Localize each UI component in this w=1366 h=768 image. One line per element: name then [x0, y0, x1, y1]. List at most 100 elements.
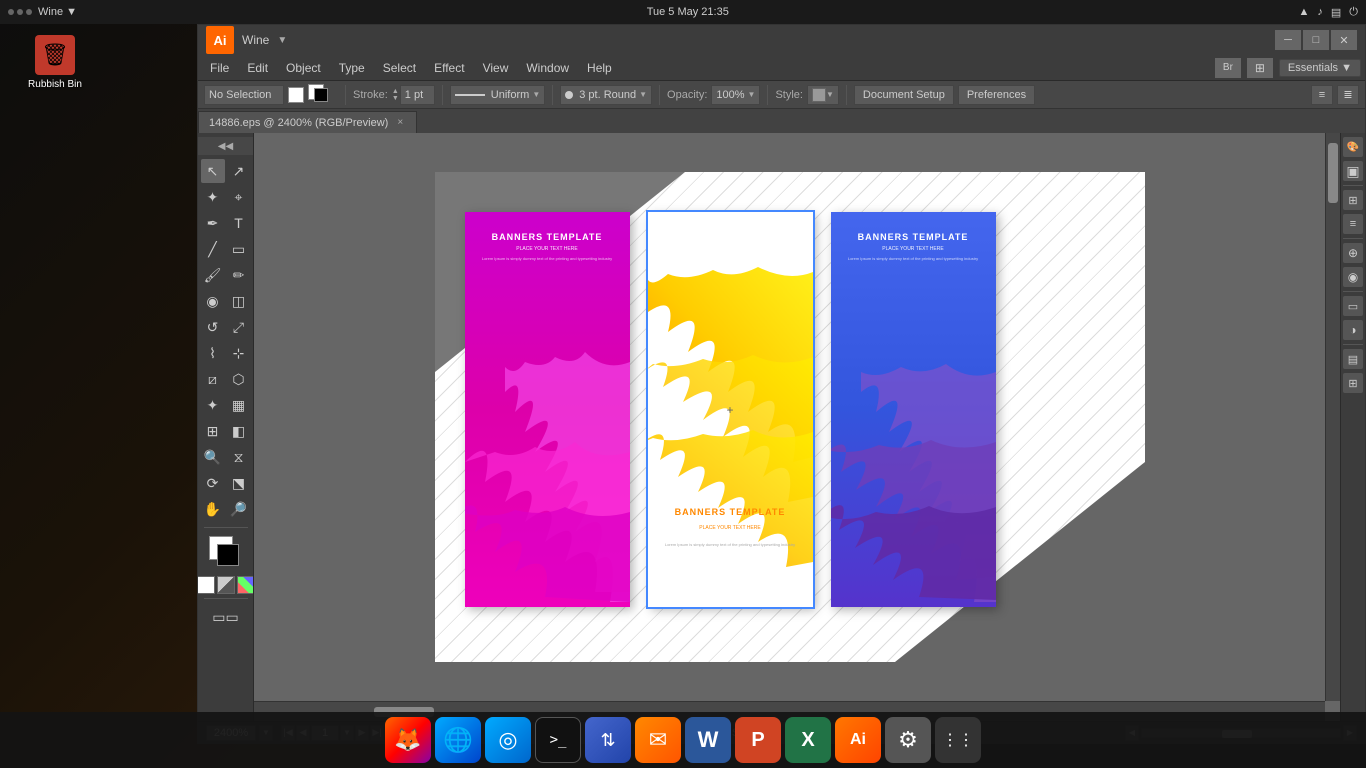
eraser-tool[interactable]: ◫: [227, 289, 251, 313]
tool-row-4: ╱ ▭: [198, 237, 253, 261]
magic-wand-tool[interactable]: ✦: [201, 185, 225, 209]
close-button[interactable]: ✕: [1331, 30, 1357, 50]
menu-effect[interactable]: Effect: [426, 58, 472, 78]
pencil-tool[interactable]: ✏: [227, 263, 251, 287]
selection-tool[interactable]: ↖: [201, 159, 225, 183]
taskbar-excel[interactable]: X: [785, 717, 831, 763]
panels-icon[interactable]: ≣: [1337, 85, 1359, 105]
stroke-panel-icon[interactable]: ▭: [1343, 296, 1363, 316]
vertical-scroll-thumb[interactable]: [1328, 143, 1338, 203]
menu-edit[interactable]: Edit: [239, 58, 276, 78]
right-panel-divider-4: [1343, 344, 1363, 345]
menu-select[interactable]: Select: [375, 58, 424, 78]
taskbar-powerpoint[interactable]: P: [735, 717, 781, 763]
banner3-brush-svg: [831, 212, 996, 607]
system-bar-right: ▲ ♪ ▤ ⏻: [1299, 6, 1359, 19]
symbol-sprayer-tool[interactable]: ✦: [201, 393, 225, 417]
taskbar-firefox[interactable]: 🦊: [385, 717, 431, 763]
selection-crosshair: +: [726, 403, 733, 417]
banner-card-2[interactable]: + BANNERS TEMPLATE PLACE YOUR TEXT HERE …: [648, 212, 813, 607]
perspective-grid-tool[interactable]: ⬡: [227, 367, 251, 391]
menu-file[interactable]: File: [202, 58, 237, 78]
toolbar-collapse-button[interactable]: ◀◀: [198, 137, 253, 155]
minimize-button[interactable]: ─: [1275, 30, 1301, 50]
rubbish-bin-icon[interactable]: 🗑 Rubbish Bin: [20, 35, 90, 90]
gradient-swatch[interactable]: [217, 576, 235, 594]
transform-panel-icon[interactable]: ⊞: [1343, 190, 1363, 210]
lasso-tool[interactable]: ⌖: [227, 185, 251, 209]
background-swatch[interactable]: [217, 544, 239, 566]
taskbar-settings[interactable]: ⚙: [885, 717, 931, 763]
shape-builder-tool[interactable]: ⧄: [201, 367, 225, 391]
maximize-button[interactable]: □: [1303, 30, 1329, 50]
type-tool[interactable]: T: [227, 211, 251, 235]
layers-panel-icon[interactable]: ▤: [1343, 349, 1363, 369]
eyedropper-tool[interactable]: 🔍: [201, 445, 225, 469]
style-box[interactable]: ▼: [807, 85, 839, 105]
pen-tool[interactable]: ✒: [201, 211, 225, 235]
opacity-dropdown[interactable]: 100% ▼: [711, 85, 760, 105]
direct-selection-tool[interactable]: ↗: [227, 159, 251, 183]
taskbar-mail[interactable]: ✉: [635, 717, 681, 763]
taskbar-nautilus[interactable]: ⇅: [585, 717, 631, 763]
taskbar-illustrator[interactable]: Ai: [835, 717, 881, 763]
live-paint-tool[interactable]: ⬔: [227, 471, 251, 495]
measure-tool[interactable]: ⧖: [227, 445, 251, 469]
canvas-area[interactable]: BANNERS TEMPLATE PLACE YOUR TEXT HERE Lo…: [254, 133, 1340, 721]
gradient-panel-icon[interactable]: ◑: [1343, 320, 1363, 340]
taskbar-terminal[interactable]: >_: [535, 717, 581, 763]
br-button[interactable]: Br: [1215, 58, 1241, 78]
scale-tool[interactable]: ⤢: [227, 315, 251, 339]
menu-type[interactable]: Type: [331, 58, 373, 78]
preferences-button[interactable]: Preferences: [958, 85, 1035, 105]
rect-tool[interactable]: ▭: [227, 237, 251, 261]
menu-object[interactable]: Object: [278, 58, 329, 78]
vertical-scrollbar[interactable]: [1325, 133, 1340, 701]
stroke-width-box[interactable]: 1 pt: [400, 85, 435, 105]
rotate-tool[interactable]: ↺: [201, 315, 225, 339]
column-graph-tool[interactable]: ▦: [227, 393, 251, 417]
essentials-button[interactable]: Essentials ▼: [1279, 59, 1361, 77]
swatches-panel-icon[interactable]: ▣: [1343, 161, 1363, 181]
app-title: Wine: [242, 33, 269, 47]
blob-brush-tool[interactable]: ◉: [201, 289, 225, 313]
artboard-tool[interactable]: ▭▭: [214, 605, 238, 629]
gradient-tool[interactable]: ◧: [227, 419, 251, 443]
appearance-icon[interactable]: ◉: [1343, 267, 1363, 287]
pattern-swatch[interactable]: [237, 576, 255, 594]
align-panel-icon[interactable]: ≡: [1343, 214, 1363, 234]
taskbar-word[interactable]: W: [685, 717, 731, 763]
right-panel-divider-1: [1343, 185, 1363, 186]
none-swatch[interactable]: [198, 576, 215, 594]
workspace-layout-button[interactable]: ⊞: [1247, 58, 1273, 78]
arrange-icon[interactable]: ≡: [1311, 85, 1333, 105]
menu-view[interactable]: View: [475, 58, 517, 78]
taskbar-chromium[interactable]: ◎: [485, 717, 531, 763]
taskbar-apps-grid[interactable]: ⋮⋮: [935, 717, 981, 763]
color-panel-icon[interactable]: 🎨: [1343, 137, 1363, 157]
warp-tool[interactable]: ⌇: [201, 341, 225, 365]
taskbar-browser[interactable]: 🌐: [435, 717, 481, 763]
blend-tool[interactable]: ⟳: [201, 471, 225, 495]
stroke-line-dropdown[interactable]: Uniform ▼: [450, 85, 545, 105]
menu-window[interactable]: Window: [518, 58, 577, 78]
mesh-tool[interactable]: ⊞: [201, 419, 225, 443]
document-tab[interactable]: 14886.eps @ 2400% (RGB/Preview) ×: [198, 111, 417, 133]
rubbish-bin-label: Rubbish Bin: [28, 79, 82, 90]
zoom-tool[interactable]: 🔎: [227, 497, 251, 521]
taskbar: 🦊 🌐 ◎ >_ ⇅ ✉ W P X Ai ⚙ ⋮⋮: [0, 712, 1366, 768]
system-bar: Wine ▼ Tue 5 May 21:35 ▲ ♪ ▤ ⏻: [0, 0, 1366, 24]
free-transform-tool[interactable]: ⊹: [227, 341, 251, 365]
stroke-weight-dropdown[interactable]: 3 pt. Round ▼: [560, 85, 652, 105]
menu-help[interactable]: Help: [579, 58, 620, 78]
line-tool[interactable]: ╱: [201, 237, 225, 261]
hand-tool[interactable]: ✋: [201, 497, 225, 521]
paintbrush-tool[interactable]: 🖌: [201, 263, 225, 287]
artboards-panel-icon[interactable]: ⊞: [1343, 373, 1363, 393]
pathfinder-icon[interactable]: ⊕: [1343, 243, 1363, 263]
document-setup-button[interactable]: Document Setup: [854, 85, 954, 105]
banner-card-1: BANNERS TEMPLATE PLACE YOUR TEXT HERE Lo…: [465, 212, 630, 607]
doc-tab-close-button[interactable]: ×: [394, 117, 406, 129]
fill-swatch[interactable]: [288, 87, 304, 103]
system-bar-left: Wine ▼: [8, 6, 77, 18]
